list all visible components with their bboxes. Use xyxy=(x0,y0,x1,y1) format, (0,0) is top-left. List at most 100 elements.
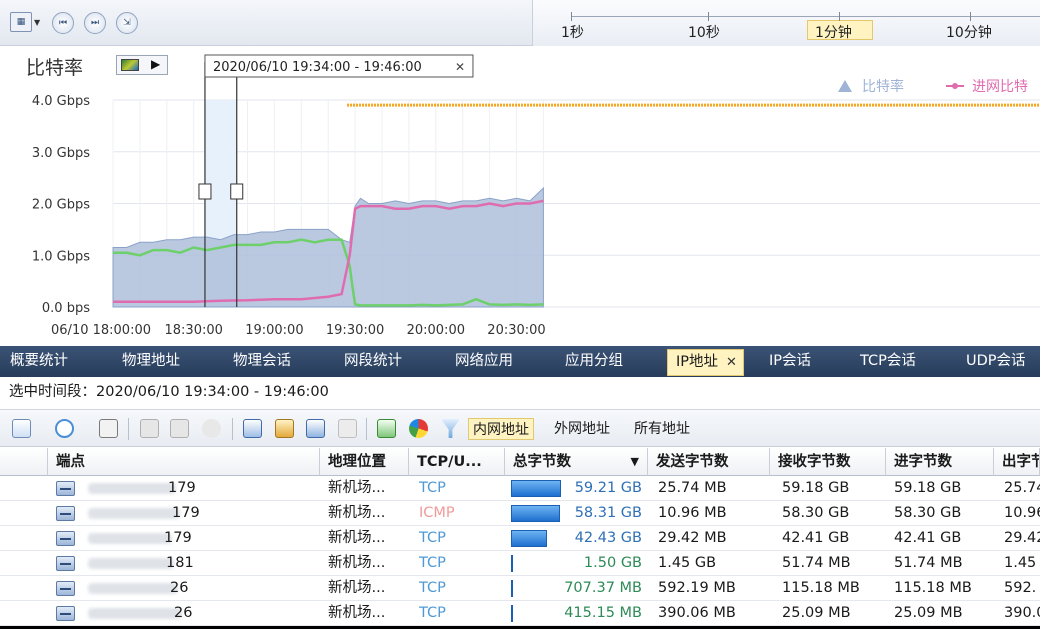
table-row[interactable]: 179 新机场... ICMP 58.31 GB 10.96 MB 58.30 GB 58.… xyxy=(0,501,1040,526)
calendar-icon[interactable]: ▦ xyxy=(10,12,32,32)
refresh-icon[interactable] xyxy=(55,419,74,438)
column-header-in-bytes[interactable]: 进字节数 xyxy=(886,448,994,476)
column-header-out-bytes[interactable]: 出字节数 xyxy=(994,448,1040,476)
recv-bytes-cell: 51.74 MB xyxy=(782,555,851,571)
redacted-ip xyxy=(88,483,176,494)
legend-bitrate-label: 比特率 xyxy=(862,78,904,95)
sent-bytes-cell: 29.42 MB xyxy=(658,530,727,546)
columns-icon[interactable] xyxy=(99,419,118,438)
play-icon[interactable]: ⏭ xyxy=(84,12,106,34)
export-icon[interactable]: ⇲ xyxy=(116,12,138,34)
total-bytes-bar xyxy=(511,580,513,597)
tab-tcp-session[interactable]: TCP会话 xyxy=(860,346,916,377)
settings-icon[interactable] xyxy=(338,419,357,438)
in-bytes-cell: 42.41 GB xyxy=(894,530,962,546)
rewind-icon[interactable]: ⏮ xyxy=(52,12,74,34)
tab-subnet-stats[interactable]: 网段统计 xyxy=(344,346,402,377)
sent-bytes-cell: 25.74 MB xyxy=(658,480,727,496)
time-scale-label-1s[interactable]: 1秒 xyxy=(561,22,584,42)
tab-app-group[interactable]: 应用分组 xyxy=(565,346,623,377)
top-filter-icon[interactable] xyxy=(12,419,31,438)
tab-ip-address[interactable]: IP地址 ✕ xyxy=(667,349,744,376)
host-icon xyxy=(56,581,75,596)
filter-external-address[interactable]: 外网地址 xyxy=(554,418,610,440)
grid-toolbar: 内网地址 外网地址 所有地址 xyxy=(0,409,1040,447)
x-tick-label: 19:30:00 xyxy=(326,323,384,338)
toolbar-separator xyxy=(128,418,129,440)
filter-all-address[interactable]: 所有地址 xyxy=(634,418,690,440)
total-bytes-bar xyxy=(511,480,561,497)
in-bytes-cell: 115.18 MB xyxy=(894,580,972,596)
top-toolbar: ▦ ▼ ⏮ ⏭ ⇲ 1秒 10秒 1分钟 10分钟 xyxy=(0,0,1040,46)
out-bytes-cell: 29.42 xyxy=(1004,530,1040,546)
close-icon[interactable]: ✕ xyxy=(455,60,465,74)
column-header-index xyxy=(0,448,48,476)
recv-bytes-cell: 115.18 MB xyxy=(782,580,860,596)
tab-network-app[interactable]: 网络应用 xyxy=(455,346,513,377)
time-scale-label-10min[interactable]: 10分钟 xyxy=(946,22,992,42)
tab-mac-session[interactable]: 物理会话 xyxy=(233,346,291,377)
time-scale-label-1min[interactable]: 1分钟 xyxy=(815,22,852,42)
table-row[interactable]: 26 新机场... TCP 415.15 MB 390.06 MB 25.09 MB 25.… xyxy=(0,601,1040,626)
host-icon xyxy=(56,531,75,546)
column-header-protocol[interactable]: TCP/U... xyxy=(409,448,505,476)
table-row[interactable]: 26 新机场... TCP 707.37 MB 592.19 MB 115.18 MB 11… xyxy=(0,576,1040,601)
upload-icon[interactable] xyxy=(243,419,262,438)
endpoint-suffix: 179 xyxy=(164,530,192,546)
endpoint-suffix: 181 xyxy=(166,555,194,571)
y-tick-label: 2.0 Gbps xyxy=(32,198,90,213)
sent-bytes-cell: 390.06 MB xyxy=(658,605,736,621)
column-header-total-bytes-label: 总字节数 xyxy=(513,454,571,470)
column-header-sent-bytes[interactable]: 发送字节数 xyxy=(648,448,770,476)
table-icon[interactable] xyxy=(377,419,396,438)
x-tick-label: 06/10 18:00:00 xyxy=(51,323,151,338)
chart-legend: 比特率 进网比特 xyxy=(838,78,1028,95)
tab-ip-session[interactable]: IP会话 xyxy=(769,346,811,377)
pie-chart-icon[interactable] xyxy=(409,419,428,438)
sort-desc-icon[interactable]: ▼ xyxy=(631,448,639,475)
host-icon xyxy=(56,506,75,521)
monitor-icon[interactable] xyxy=(170,419,189,438)
geo-cell: 新机场... xyxy=(328,605,386,621)
selection-left-handle[interactable] xyxy=(198,183,212,200)
selection-right-handle[interactable] xyxy=(230,183,244,200)
column-header-endpoint[interactable]: 端点 xyxy=(48,448,320,476)
column-header-geo[interactable]: 地理位置 xyxy=(320,448,409,476)
geo-cell: 新机场... xyxy=(328,505,386,521)
endpoint-suffix: 26 xyxy=(170,580,189,596)
send-icon[interactable] xyxy=(306,419,325,438)
tab-overview[interactable]: 概要统计 xyxy=(10,346,68,377)
geo-cell: 新机场... xyxy=(328,580,386,596)
endpoint-suffix: 26 xyxy=(174,605,193,621)
table-row[interactable]: 181 新机场... TCP 1.50 GB 1.45 GB 51.74 MB 51.74 … xyxy=(0,551,1040,576)
window-icon[interactable] xyxy=(140,419,159,438)
column-header-recv-bytes[interactable]: 接收字节数 xyxy=(770,448,886,476)
close-icon[interactable]: ✕ xyxy=(726,355,737,370)
time-scale-slider[interactable]: 1秒 10秒 1分钟 10分钟 xyxy=(532,0,1040,46)
x-tick-label: 18:30:00 xyxy=(165,323,223,338)
y-tick-label: 0.0 bps xyxy=(42,301,90,316)
filter-icon[interactable] xyxy=(441,419,460,438)
recv-bytes-cell: 59.18 GB xyxy=(782,480,850,496)
filter-internal-address[interactable]: 内网地址 xyxy=(468,418,534,440)
app-window: ▦ ▼ ⏮ ⏭ ⇲ 1秒 10秒 1分钟 10分钟 比特率 ▶ 4.0 Gbps… xyxy=(0,0,1040,629)
tab-udp-session[interactable]: UDP会话 xyxy=(966,346,1026,377)
y-tick-label: 1.0 Gbps xyxy=(32,249,90,264)
folder-icon[interactable] xyxy=(275,419,294,438)
time-scale-tick xyxy=(839,12,840,21)
tool-icon[interactable] xyxy=(202,419,221,438)
protocol-cell: TCP xyxy=(419,555,446,571)
chevron-down-icon[interactable]: ▼ xyxy=(34,18,40,27)
total-bytes-cell: 42.43 GB xyxy=(574,530,642,546)
endpoint-suffix: 179 xyxy=(172,505,200,521)
total-bytes-cell: 1.50 GB xyxy=(583,555,642,571)
column-header-total-bytes[interactable]: 总字节数 ▼ xyxy=(505,448,648,476)
legend-area-swatch xyxy=(838,80,852,92)
y-tick-label: 3.0 Gbps xyxy=(32,146,90,161)
table-row[interactable]: 179 新机场... TCP 59.21 GB 25.74 MB 59.18 GB 59.1… xyxy=(0,476,1040,501)
bitrate-chart[interactable]: 4.0 Gbps3.0 Gbps2.0 Gbps1.0 Gbps0.0 bps … xyxy=(0,52,1040,344)
tab-mac-address[interactable]: 物理地址 xyxy=(122,346,180,377)
recv-bytes-cell: 25.09 MB xyxy=(782,605,851,621)
table-row[interactable]: 179 新机场... TCP 42.43 GB 29.42 MB 42.41 GB 42.4… xyxy=(0,526,1040,551)
time-scale-label-10s[interactable]: 10秒 xyxy=(688,22,720,42)
